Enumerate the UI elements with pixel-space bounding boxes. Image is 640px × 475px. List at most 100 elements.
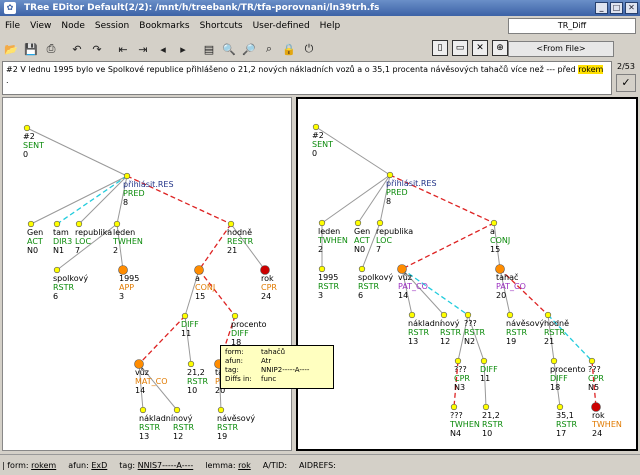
right-node-a[interactable] bbox=[490, 219, 498, 227]
right-tree-view[interactable]: #2 SENT 0 přihlásit.RES PRED 8 leden TWHEN 2 Gen A… bbox=[296, 97, 638, 451]
menu-session[interactable]: Session bbox=[90, 21, 134, 31]
left-node-rep[interactable] bbox=[75, 220, 83, 228]
split-horizontal-icon[interactable]: ▭ bbox=[452, 40, 468, 56]
right-node-pred[interactable] bbox=[386, 171, 394, 179]
check-icon[interactable]: ✓ bbox=[616, 74, 636, 92]
app-icon[interactable]: ✿ bbox=[4, 2, 16, 14]
right-node-diff11[interactable] bbox=[480, 357, 488, 365]
print-icon[interactable]: ⎙ bbox=[42, 40, 60, 58]
menu-view[interactable]: View bbox=[25, 21, 56, 31]
right-node-q4[interactable] bbox=[450, 403, 458, 411]
right-label-pred-1: PRED bbox=[386, 188, 408, 197]
remove-view-icon[interactable]: ✕ bbox=[472, 40, 488, 56]
right-node-q3[interactable] bbox=[588, 357, 596, 365]
exit-icon[interactable]: ⏻ bbox=[300, 40, 318, 58]
left-tree-view[interactable]: #2 SENT 0 přihlásit.RES PRED 8 Gen ACT N0 tam DIR3… bbox=[2, 97, 292, 451]
left-node-gen[interactable] bbox=[27, 220, 35, 228]
menu-help[interactable]: Help bbox=[315, 21, 346, 31]
left-label-tam-2: N1 bbox=[53, 246, 64, 255]
left-tree-canvas[interactable]: #2SENT0 přihlásit.RESPRED8 GenACTN0 tamDIR3… bbox=[3, 98, 293, 452]
sentence-highlight[interactable]: rokem bbox=[578, 65, 604, 74]
find-icon[interactable]: 🔍 bbox=[220, 40, 238, 58]
right-node-q2[interactable] bbox=[454, 357, 462, 365]
right-node-n351[interactable] bbox=[556, 403, 564, 411]
right-label-n212-2: 10 bbox=[482, 429, 492, 438]
right-label-spol-2: 6 bbox=[358, 291, 363, 300]
status-form: | form: rokem bbox=[2, 460, 57, 470]
left-label-nakl-2: 13 bbox=[139, 432, 149, 441]
right-node-hodne[interactable] bbox=[544, 311, 552, 319]
left-node-hodne[interactable] bbox=[227, 220, 235, 228]
menu-shortcuts[interactable]: Shortcuts bbox=[195, 21, 248, 31]
right-node-root[interactable] bbox=[312, 123, 320, 131]
right-node-proc[interactable] bbox=[550, 357, 558, 365]
find-prev-icon[interactable]: ⌕ bbox=[260, 40, 278, 58]
left-label-diff11-0: DIFF bbox=[181, 320, 199, 329]
left-node-spol[interactable] bbox=[53, 266, 61, 274]
left-node-root[interactable] bbox=[23, 124, 31, 132]
right-node-n212[interactable] bbox=[482, 403, 490, 411]
open-icon[interactable]: 📂 bbox=[2, 40, 20, 58]
right-node-y1995[interactable] bbox=[318, 265, 326, 273]
minimize-button[interactable]: _ bbox=[595, 2, 608, 14]
left-node-leden[interactable] bbox=[113, 220, 121, 228]
menu-file[interactable]: File bbox=[0, 21, 25, 31]
redo-icon[interactable]: ↷ bbox=[88, 40, 106, 58]
right-node-rep[interactable] bbox=[376, 219, 384, 227]
left-node-naves[interactable] bbox=[217, 406, 225, 414]
left-label-proc-1: DIFF bbox=[231, 329, 249, 338]
menu-bookmarks[interactable]: Bookmarks bbox=[134, 21, 194, 31]
right-node-spol[interactable] bbox=[358, 265, 366, 273]
save-icon[interactable]: 💾 bbox=[22, 40, 40, 58]
left-node-novy[interactable] bbox=[173, 406, 181, 414]
find-next-icon[interactable]: 🔎 bbox=[240, 40, 258, 58]
left-node-n212[interactable] bbox=[187, 360, 195, 368]
left-node-pred[interactable] bbox=[123, 172, 131, 180]
split-vertical-icon[interactable]: ▯ bbox=[432, 40, 448, 56]
menu-user-defined[interactable]: User-defined bbox=[248, 21, 315, 31]
menu-node[interactable]: Node bbox=[56, 21, 90, 31]
right-node-novy[interactable] bbox=[440, 311, 448, 319]
right-node-leden[interactable] bbox=[318, 219, 326, 227]
right-node-naves[interactable] bbox=[506, 311, 514, 319]
left-node-tam[interactable] bbox=[53, 220, 61, 228]
right-label-rok-1: TWHEN bbox=[591, 420, 622, 429]
left-node-nakl[interactable] bbox=[139, 406, 147, 414]
right-label-q2-1: CPR bbox=[454, 374, 470, 383]
left-label-root-2: 0 bbox=[23, 150, 28, 159]
left-node-diff11[interactable] bbox=[181, 312, 189, 320]
left-label-diff11-1: 11 bbox=[181, 329, 191, 338]
left-node-proc[interactable] bbox=[231, 312, 239, 320]
left-label-naves-2: 19 bbox=[217, 432, 227, 441]
right-tree-canvas[interactable]: #2SENT0přihlásit.RESPRED8ledenTWHEN2GenA… bbox=[298, 99, 636, 449]
right-label-naves-0: návěsový bbox=[506, 319, 544, 328]
new-file-icon[interactable]: ▤ bbox=[200, 40, 218, 58]
zoom-icon[interactable]: ⊕ bbox=[492, 40, 508, 56]
right-label-novy-0: nový bbox=[440, 319, 460, 328]
right-node-q1[interactable] bbox=[464, 311, 472, 319]
last-tree-icon[interactable]: ⇥ bbox=[134, 40, 152, 58]
next-tree-icon[interactable]: ▸ bbox=[174, 40, 192, 58]
right-node-gen[interactable] bbox=[354, 219, 362, 227]
right-label-pred-2: 8 bbox=[386, 197, 391, 206]
first-tree-icon[interactable]: ⇤ bbox=[114, 40, 132, 58]
right-label-gen-1: ACT bbox=[354, 236, 370, 245]
lock-icon[interactable]: 🔒 bbox=[280, 40, 298, 58]
node-tooltip: form: tahačů afun: Atr tag: NNIP2-----A----… bbox=[220, 345, 334, 389]
right-label-hodne-0: hodně bbox=[544, 319, 569, 328]
left-label-rep-2: 7 bbox=[75, 246, 80, 255]
tooltip-row-diffs: Diffs in: func bbox=[225, 375, 277, 383]
maximize-button[interactable]: □ bbox=[610, 2, 623, 14]
prev-tree-icon[interactable]: ◂ bbox=[154, 40, 172, 58]
close-button[interactable]: ✕ bbox=[625, 2, 638, 14]
left-label-spol-2: 6 bbox=[53, 292, 58, 301]
left-label-n212-1: RSTR bbox=[187, 377, 209, 386]
right-edge-a-vuz bbox=[401, 222, 495, 270]
undo-icon[interactable]: ↶ bbox=[68, 40, 86, 58]
right-node-nakl[interactable] bbox=[408, 311, 416, 319]
stylesheet-select[interactable]: <From File> bbox=[508, 41, 614, 57]
context-combo[interactable]: TR_Diff bbox=[508, 18, 636, 34]
right-label-nakl-1: RSTR bbox=[408, 328, 430, 337]
right-label-y1995-0: 1995 bbox=[318, 273, 338, 282]
right-label-y1995-1: RSTR bbox=[318, 282, 340, 291]
